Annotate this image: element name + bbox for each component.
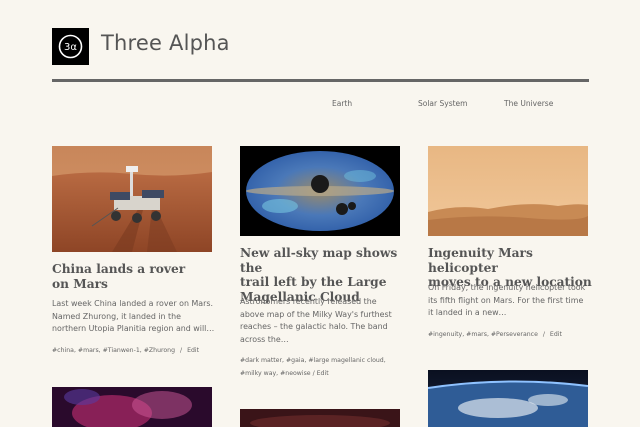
excerpt-line: reaches – the galactic halo. The band <box>240 322 388 332</box>
post-excerpt: On Friday, the Ingenuity helicopter took… <box>428 282 600 320</box>
separator: / <box>312 370 315 377</box>
post-title-line: on Mars <box>52 276 108 291</box>
header-divider <box>52 79 589 82</box>
excerpt-line: Astronomers recently released the <box>240 297 377 306</box>
edit-link[interactable]: Edit <box>317 370 329 377</box>
post-image-all-sky-map[interactable] <box>240 146 400 236</box>
excerpt-line: it landed in a new… <box>428 308 507 318</box>
excerpt-line: across the… <box>240 334 289 344</box>
tag-link[interactable]: #mars <box>78 347 99 354</box>
post-title-line: trail left by the Large <box>240 275 387 289</box>
post-image-earth-from-space[interactable] <box>428 370 588 427</box>
excerpt-line: above map of the Milky Way's furthest <box>240 309 392 319</box>
tag-link[interactable]: #Perseverance <box>491 331 538 338</box>
post-image-space[interactable] <box>240 409 400 427</box>
logo-text: 3α <box>64 42 77 53</box>
tag-link[interactable]: #milky way <box>240 370 276 377</box>
excerpt-line: Last week China landed a rover on Mars. <box>52 299 214 308</box>
post-tags: #dark matter, #gaia, #large magellanic c… <box>240 357 386 364</box>
tag-link[interactable]: #large magellanic cloud <box>308 357 383 364</box>
separator: / <box>180 347 183 354</box>
post-title-line: New all-sky map shows the <box>240 246 398 275</box>
excerpt-line: northern Utopia Planitia region and will… <box>52 324 215 334</box>
tag-link[interactable]: #china <box>52 347 74 354</box>
site-title[interactable]: Three Alpha <box>101 31 230 55</box>
tag-link[interactable]: #neowise <box>280 370 311 377</box>
post-excerpt: Last week China landed a rover on Mars. … <box>52 298 224 336</box>
excerpt-line: its fifth flight on Mars. For the first … <box>428 295 584 305</box>
tag-link[interactable]: #Tianwen-1 <box>103 347 140 354</box>
excerpt-line: On Friday, the Ingenuity helicopter took <box>428 283 586 292</box>
nav-link-the-universe[interactable]: The Universe <box>504 99 553 108</box>
nav-link-solar-system[interactable]: Solar System <box>418 99 467 108</box>
post-title[interactable]: China lands a rover on Mars <box>52 262 217 291</box>
excerpt-line: Named Zhurong, it landed in the <box>52 311 181 321</box>
logo-eclipse-icon: 3α <box>52 28 89 65</box>
post-image-mars-landscape[interactable] <box>428 146 588 236</box>
edit-link[interactable]: Edit <box>187 347 199 354</box>
tag-link[interactable]: #ingenuity <box>428 331 462 338</box>
tag-link[interactable]: #mars <box>466 331 487 338</box>
post-title-line: Ingenuity Mars helicopter <box>428 246 533 275</box>
post-image-nebula[interactable] <box>52 387 212 427</box>
post-tags: #milky way, #neowise / Edit <box>240 370 329 377</box>
post-tags: #china, #mars, #Tianwen-1, #Zhurong / Ed… <box>52 347 200 354</box>
separator: / <box>542 331 545 338</box>
tag-link[interactable]: #Zhurong <box>144 347 175 354</box>
post-tags: #ingenuity, #mars, #Perseverance / Edit <box>428 331 562 338</box>
nav-link-earth[interactable]: Earth <box>332 99 352 108</box>
post-excerpt: Astronomers recently released the above … <box>240 296 412 346</box>
post-image-mars-rover[interactable] <box>52 146 212 252</box>
post-title-line: China lands a rover <box>52 262 186 276</box>
edit-link[interactable]: Edit <box>550 331 562 338</box>
tag-link[interactable]: #dark matter <box>240 357 282 364</box>
site-logo[interactable]: 3α <box>52 28 89 65</box>
tag-link[interactable]: #gaia <box>286 357 304 364</box>
